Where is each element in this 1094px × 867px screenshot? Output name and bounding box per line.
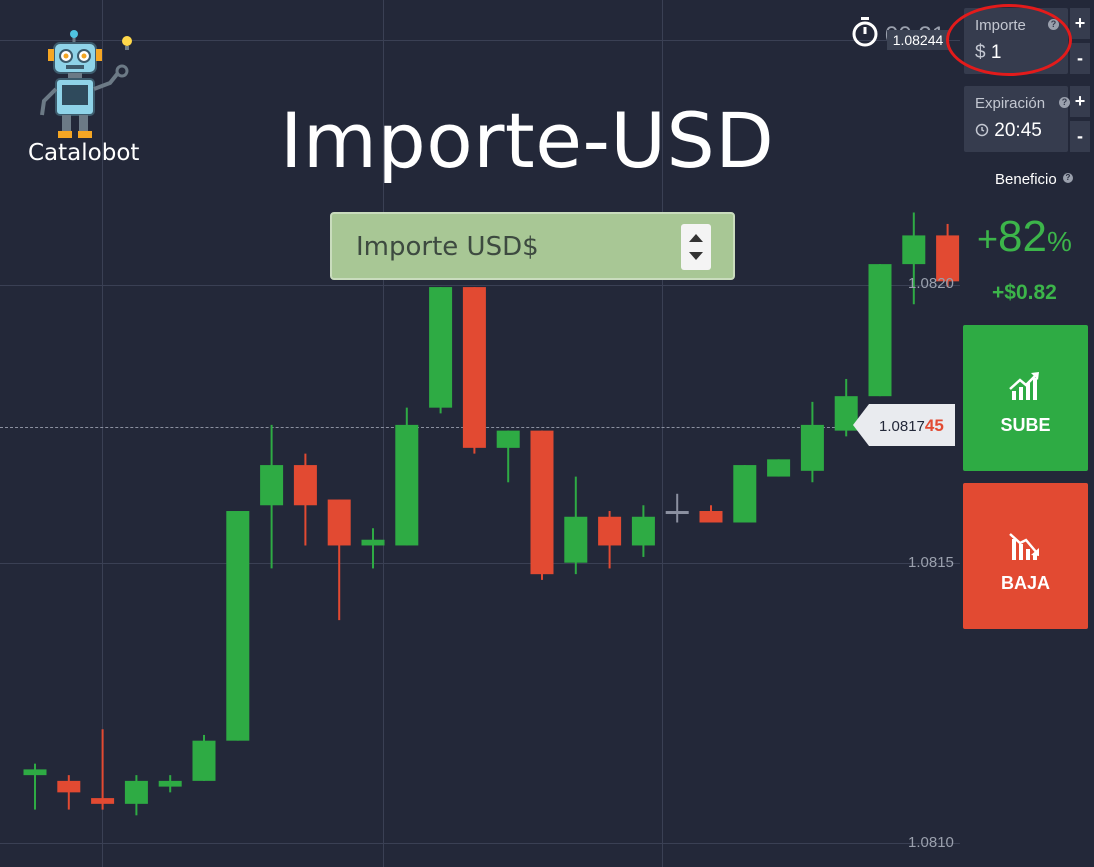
candle bbox=[530, 430, 554, 580]
candle-body bbox=[158, 780, 182, 787]
usd-amount-field[interactable]: Importe USD$ bbox=[330, 212, 735, 280]
beneficio-payout: +$0.82 bbox=[992, 281, 1057, 304]
candle bbox=[767, 459, 791, 477]
trend-down-icon bbox=[1009, 533, 1039, 560]
sube-label: SUBE bbox=[1000, 415, 1051, 435]
importe-plus-button[interactable]: + bbox=[1070, 8, 1090, 39]
trading-screen: 1.0820 1.0815 1.0810 1.081745 Catalobot … bbox=[0, 0, 1094, 867]
candle bbox=[23, 763, 47, 810]
candle-body bbox=[665, 511, 689, 515]
candle-body bbox=[564, 516, 588, 563]
candle-body bbox=[733, 465, 757, 523]
candle bbox=[260, 424, 284, 569]
candle bbox=[124, 775, 148, 816]
candle bbox=[192, 734, 216, 781]
stopwatch-icon bbox=[852, 17, 878, 47]
candle bbox=[429, 287, 453, 414]
expiracion-label: Expiración bbox=[975, 95, 1046, 112]
candle-body bbox=[429, 287, 453, 408]
candle-body bbox=[361, 539, 385, 546]
candle bbox=[395, 407, 419, 546]
candle-body bbox=[767, 459, 791, 477]
y-axis-label: 1.0820 bbox=[908, 275, 954, 292]
candle-body bbox=[57, 780, 81, 793]
candle-body bbox=[226, 511, 250, 741]
beneficio-percent: +82% bbox=[977, 212, 1072, 262]
candle-body bbox=[631, 516, 655, 546]
baja-label: BAJA bbox=[1000, 573, 1050, 593]
expiracion-plus-button[interactable]: + bbox=[1070, 86, 1090, 117]
price-tag-main: 1.0817 bbox=[879, 418, 925, 435]
candle bbox=[868, 264, 892, 397]
candle bbox=[631, 505, 655, 557]
percent-value: 82 bbox=[998, 212, 1047, 261]
candle bbox=[462, 287, 486, 454]
candle bbox=[699, 505, 723, 523]
candle-body bbox=[293, 465, 317, 506]
candle bbox=[496, 430, 520, 483]
candle-body bbox=[327, 499, 351, 546]
expiracion-minus-button[interactable]: - bbox=[1070, 121, 1090, 152]
sube-button[interactable]: SUBE bbox=[963, 325, 1088, 471]
live-price: 1.08244 bbox=[887, 30, 949, 50]
candle bbox=[598, 511, 622, 569]
candle-body bbox=[902, 235, 926, 265]
candle bbox=[57, 775, 81, 810]
logo-label: Catalobot bbox=[28, 140, 140, 166]
candle bbox=[564, 476, 588, 575]
candle-body bbox=[598, 516, 622, 546]
trend-up-icon bbox=[1009, 372, 1039, 400]
spinner-up-icon[interactable] bbox=[689, 234, 703, 242]
candle-body bbox=[395, 424, 419, 546]
candle bbox=[293, 453, 317, 546]
help-icon[interactable]: ? bbox=[1059, 97, 1070, 108]
candle bbox=[361, 528, 385, 569]
candle-body bbox=[699, 511, 723, 523]
beneficio-label: Beneficio bbox=[995, 171, 1057, 188]
expiracion-value[interactable]: 20:45 bbox=[994, 120, 1042, 141]
help-icon[interactable]: ? bbox=[1063, 173, 1073, 183]
candle bbox=[158, 775, 182, 793]
candle-body bbox=[124, 780, 148, 804]
candle bbox=[226, 511, 250, 741]
spinner-down-icon[interactable] bbox=[689, 252, 703, 260]
baja-button[interactable]: BAJA bbox=[963, 483, 1088, 629]
candle-body bbox=[91, 798, 115, 804]
highlight-circle bbox=[946, 4, 1072, 76]
amount-spinner[interactable] bbox=[681, 224, 711, 270]
percent-symbol: % bbox=[1046, 226, 1072, 257]
candle bbox=[733, 465, 757, 523]
overlay-title: Importe-USD bbox=[280, 96, 775, 185]
price-tag-highlight: 45 bbox=[924, 416, 944, 435]
candle bbox=[665, 493, 689, 523]
y-axis-label: 1.0815 bbox=[908, 554, 954, 571]
candle-body bbox=[496, 430, 520, 448]
usd-field-label: Importe USD$ bbox=[356, 232, 539, 262]
percent-sign: + bbox=[977, 218, 999, 259]
candle-body bbox=[530, 430, 554, 575]
clock-icon bbox=[975, 123, 989, 137]
candle-body bbox=[23, 769, 47, 776]
current-price-tag: 1.081745 bbox=[853, 404, 955, 446]
importe-minus-button[interactable]: - bbox=[1070, 43, 1090, 74]
candle bbox=[327, 499, 351, 621]
candle bbox=[91, 729, 115, 810]
candle bbox=[800, 401, 824, 483]
candle-body bbox=[868, 264, 892, 397]
candle-body bbox=[192, 740, 216, 781]
candle-body bbox=[800, 424, 824, 471]
y-axis-label: 1.0810 bbox=[908, 834, 954, 851]
expiracion-panel[interactable]: Expiración ? 20:45 bbox=[964, 86, 1070, 152]
candle-body bbox=[462, 287, 486, 448]
candle-body bbox=[260, 465, 284, 506]
